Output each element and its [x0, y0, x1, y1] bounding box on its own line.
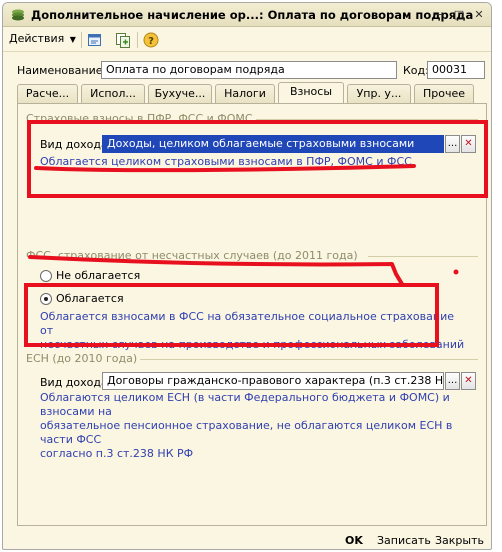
actions-label: Действия [9, 32, 65, 45]
document-icon [12, 9, 24, 21]
tab-vznosy[interactable]: Взносы [278, 82, 344, 103]
svg-text:?: ? [148, 36, 154, 47]
actions-menu[interactable]: Действия ▼ [9, 32, 76, 48]
esn-description-line: Облагаются целиком ЕСН (в части Федераль… [40, 391, 450, 418]
tab-strip: Расче... Испол... Бухуче... Налоги Взнос… [17, 82, 487, 104]
tab-raschet[interactable]: Расче... [17, 84, 78, 103]
esn-income-label: Вид дохода: [40, 376, 112, 389]
radio-not-taxed[interactable] [40, 270, 52, 282]
document-window: Дополнительное начисление ор...: Оплата … [2, 2, 492, 550]
esn-choose-button[interactable]: ... [445, 372, 460, 390]
save-button[interactable]: Записать [377, 532, 431, 549]
name-input[interactable]: Оплата по договорам подряда [101, 61, 397, 79]
close-button[interactable]: Закрыть [435, 532, 484, 549]
group-divider [368, 256, 478, 257]
tab-prochee[interactable]: Прочее [414, 84, 474, 103]
esn-income-select[interactable]: Договоры гражданско-правового характера … [102, 372, 444, 390]
help-icon[interactable]: ? [143, 32, 159, 48]
group-title-esn: ЕСН (до 2010 года) [26, 352, 138, 365]
code-input[interactable]: 00031 [427, 61, 485, 79]
chevron-down-icon: ▼ [69, 35, 76, 44]
annotation-rectangle [27, 120, 488, 198]
tab-ispolzovanie[interactable]: Испол... [81, 84, 145, 103]
tab-upr-uchet[interactable]: Упр. у... [347, 84, 411, 103]
tab-nalogi[interactable]: Налоги [215, 84, 275, 103]
toolbar-separator [137, 32, 138, 48]
annotation-rectangle [24, 283, 439, 347]
esn-description-line: согласно п.3 ст.238 НК РФ [40, 447, 194, 460]
group-title-fss: ФСС, страхование от несчастных случаев (… [26, 249, 358, 262]
esn-description-line: обязательное пенсионное страхование, не … [40, 419, 453, 446]
ok-button[interactable]: OK [345, 532, 363, 549]
maximize-button[interactable]: □ [451, 7, 467, 22]
radio-not-taxed-label: Не облагается [56, 269, 141, 282]
copy-icon[interactable] [115, 32, 131, 48]
minimize-button[interactable]: − [431, 7, 447, 22]
toolbar: Действия ▼ ? [3, 28, 491, 52]
window-title: Дополнительное начисление ор...: Оплата … [31, 8, 474, 22]
esn-description: Облагаются целиком ЕСН (в части Федераль… [40, 391, 480, 461]
toolbar-separator [81, 32, 82, 48]
esn-clear-icon[interactable]: ✕ [461, 372, 476, 390]
close-window-button[interactable]: ✕ [471, 7, 487, 22]
group-divider [140, 359, 478, 360]
code-label: Код: [403, 64, 429, 77]
title-bar: Дополнительное начисление ор...: Оплата … [3, 3, 491, 27]
edit-icon[interactable] [87, 32, 103, 48]
tab-buhuchet[interactable]: Бухуче... [148, 84, 212, 103]
name-label: Наименование: [17, 64, 107, 77]
